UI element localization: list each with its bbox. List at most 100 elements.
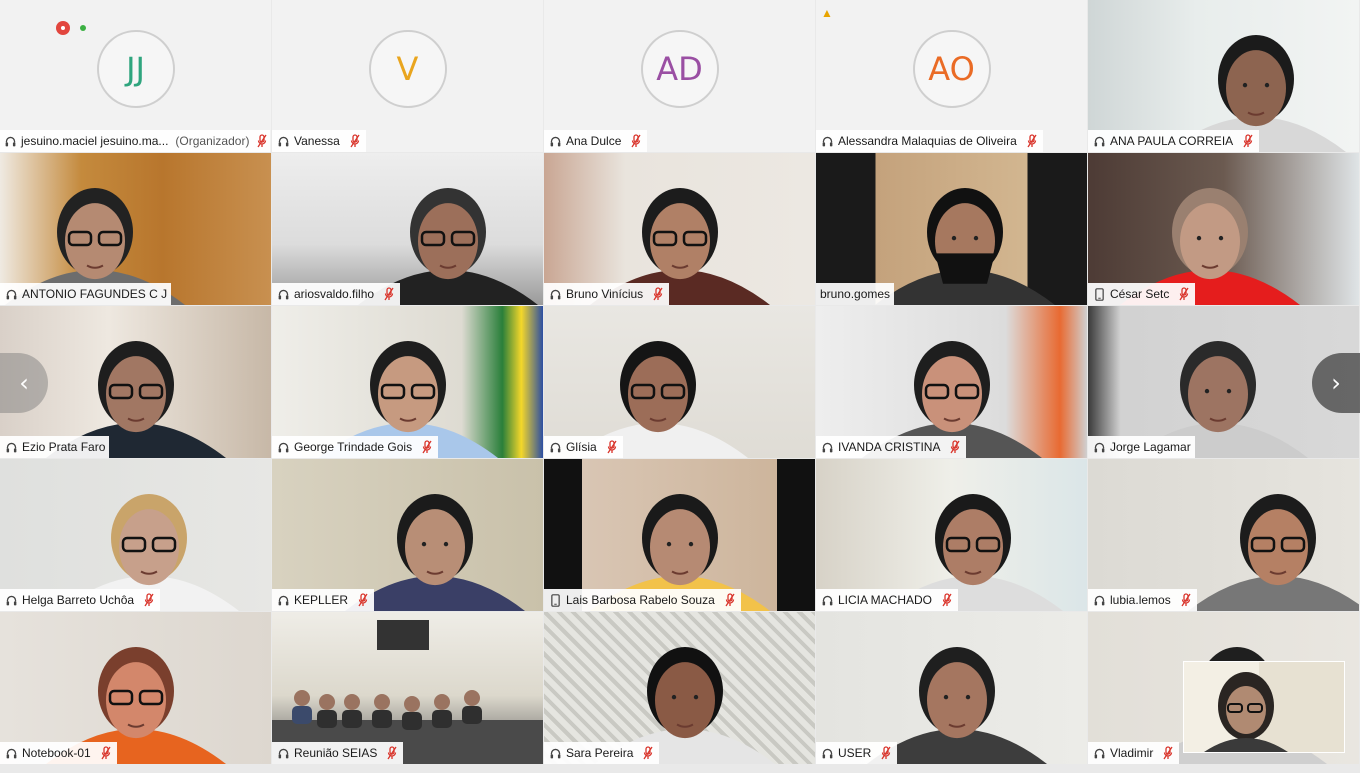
mic-muted-icon <box>1241 134 1255 148</box>
participant-namebar: Notebook-01 <box>0 742 117 764</box>
participant-tile[interactable]: Glísia <box>544 306 815 458</box>
participant-tile[interactable]: bruno.gomes <box>816 153 1087 305</box>
participant-avatar: V <box>368 30 447 108</box>
headset-icon <box>820 134 834 148</box>
participant-tile[interactable]: Sara Pereira <box>544 612 815 764</box>
mic-muted-icon <box>879 746 893 760</box>
participant-name: César Setc <box>1110 287 1170 301</box>
headset-icon <box>276 440 290 454</box>
participant-tile[interactable]: Bruno Vinícius <box>544 153 815 305</box>
participant-tile[interactable]: JJ jesuino.maciel jesuino.ma... (Organizad… <box>0 0 271 152</box>
phone-icon <box>1092 287 1106 301</box>
participant-tile[interactable]: USER <box>816 612 1087 764</box>
participant-namebar: IVANDA CRISTINA <box>816 436 967 458</box>
mic-muted-icon <box>1177 287 1191 301</box>
participant-namebar: Reunião SEIAS <box>272 742 404 764</box>
participant-namebar: Alessandra Malaquias de Oliveira <box>816 130 1043 152</box>
participant-tile[interactable]: KEPLLER <box>272 459 543 611</box>
mic-muted-icon <box>420 440 434 454</box>
participant-tile[interactable]: Helga Barreto Uchôa <box>0 459 271 611</box>
headset-icon <box>548 440 562 454</box>
participant-namebar: lubia.lemos <box>1088 589 1197 611</box>
self-view-person <box>1184 662 1344 752</box>
recording-indicator-icon <box>56 21 70 35</box>
mic-muted-icon <box>605 440 619 454</box>
headset-icon <box>276 134 290 148</box>
participant-namebar: bruno.gomes <box>816 283 895 305</box>
participant-tile[interactable]: LICIA MACHADO <box>816 459 1087 611</box>
headset-icon <box>4 440 18 454</box>
mic-muted-icon <box>385 746 399 760</box>
mic-muted-icon <box>940 593 954 607</box>
participant-tile[interactable]: ANA PAULA CORREIA <box>1088 0 1359 152</box>
participant-name: George Trindade Gois <box>294 440 413 454</box>
participant-tile[interactable]: ANTONIO FAGUNDES C J <box>0 153 271 305</box>
participant-name: Glísia <box>566 440 597 454</box>
participant-name: USER <box>838 746 872 760</box>
participant-tile[interactable]: George Trindade Gois <box>272 306 543 458</box>
headset-icon <box>820 746 834 760</box>
participant-avatar: AO <box>912 30 991 108</box>
mic-muted-icon <box>1161 746 1175 760</box>
participant-tile[interactable]: Notebook-01 <box>0 612 271 764</box>
mic-muted-icon <box>1179 593 1193 607</box>
participant-tile[interactable]: ariosvaldo.filho <box>272 153 543 305</box>
headset-icon <box>276 287 290 301</box>
participant-name: ANTONIO FAGUNDES C J <box>22 287 168 301</box>
participant-tile[interactable]: César Setc <box>1088 153 1359 305</box>
participant-name: Vanessa <box>294 134 340 148</box>
participant-tile[interactable]: Lais Barbosa Rabelo Souza <box>544 459 815 611</box>
participant-name: Sara Pereira <box>566 746 634 760</box>
headset-icon <box>820 440 834 454</box>
participant-namebar: George Trindade Gois <box>272 436 439 458</box>
headset-icon <box>548 134 562 148</box>
participant-name: IVANDA CRISTINA <box>838 440 941 454</box>
participant-name: Vladimir <box>1110 746 1154 760</box>
participant-namebar: Glísia <box>544 436 623 458</box>
participant-namebar: ANTONIO FAGUNDES C J <box>0 283 172 305</box>
self-view-video[interactable] <box>1183 661 1345 753</box>
headset-icon <box>1092 440 1106 454</box>
participant-namebar: ariosvaldo.filho <box>272 283 401 305</box>
mic-muted-icon <box>348 134 362 148</box>
headset-icon <box>1092 593 1106 607</box>
participant-namebar: Ana Dulce <box>544 130 648 152</box>
mic-muted-icon <box>723 593 737 607</box>
participant-role: (Organizador) <box>175 134 250 148</box>
participant-namebar: jesuino.maciel jesuino.ma... (Organizador… <box>0 130 270 152</box>
headset-icon <box>4 593 18 607</box>
participant-name: Ana Dulce <box>566 134 622 148</box>
mic-muted-icon <box>1025 134 1039 148</box>
mic-muted-icon <box>356 593 370 607</box>
participant-tile[interactable]: IVANDA CRISTINA <box>816 306 1087 458</box>
participant-name: Alessandra Malaquias de Oliveira <box>838 134 1017 148</box>
participant-namebar: Helga Barreto Uchôa <box>0 589 161 611</box>
participant-avatar: AD <box>640 30 719 108</box>
participant-grid: JJ jesuino.maciel jesuino.ma... (Organizad… <box>0 0 1360 766</box>
headset-icon <box>4 746 18 760</box>
participant-name: jesuino.maciel jesuino.ma... <box>21 134 169 148</box>
participant-namebar: Lais Barbosa Rabelo Souza <box>544 589 741 611</box>
headset-icon <box>276 593 290 607</box>
participant-name: LICIA MACHADO <box>838 593 933 607</box>
participant-name: Helga Barreto Uchôa <box>22 593 135 607</box>
participant-avatar: JJ <box>96 30 175 108</box>
participant-name: Bruno Vinícius <box>566 287 644 301</box>
participant-name: lubia.lemos <box>1110 593 1171 607</box>
participant-tile[interactable]: lubia.lemos <box>1088 459 1359 611</box>
participant-name: Reunião SEIAS <box>294 746 378 760</box>
participant-tile[interactable]: Reunião SEIAS <box>272 612 543 764</box>
mic-muted-icon <box>948 440 962 454</box>
participant-tile[interactable]: AO Alessandra Malaquias de Oliveira <box>816 0 1087 152</box>
participant-tile[interactable]: V Vanessa <box>272 0 543 152</box>
participant-tile[interactable]: AD Ana Dulce <box>544 0 815 152</box>
headset-icon <box>548 746 562 760</box>
chevron-left-icon: ‹ <box>19 369 29 397</box>
participant-namebar: Sara Pereira <box>544 742 660 764</box>
participant-namebar: KEPLLER <box>272 589 375 611</box>
headset-icon <box>820 593 834 607</box>
participant-namebar: ANA PAULA CORREIA <box>1088 130 1260 152</box>
headset-icon <box>276 746 290 760</box>
participant-name: Lais Barbosa Rabelo Souza <box>566 593 715 607</box>
mic-muted-icon <box>257 134 267 148</box>
